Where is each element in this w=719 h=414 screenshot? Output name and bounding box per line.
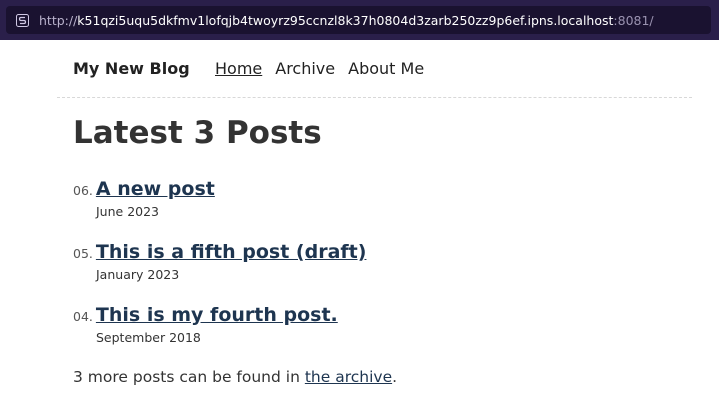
site-favicon-icon: [15, 13, 29, 27]
post-title-link[interactable]: A new post: [96, 178, 215, 200]
browser-toolbar: http://k51qzi5uqu5dkfmv1lofqjb4twoyrz95c…: [0, 0, 719, 40]
url-scheme: http://: [39, 12, 78, 28]
post-title-link[interactable]: This is my fourth post.: [96, 304, 338, 326]
more-posts-text: 3 more posts can be found in: [73, 368, 300, 386]
post-number: 05.: [73, 246, 93, 261]
post-item: 04. This is my fourth post. September 201…: [73, 304, 338, 345]
more-posts-suffix: .: [392, 368, 398, 386]
more-posts-note: 3 more posts can be found in the archive…: [73, 368, 397, 386]
nav-about-link[interactable]: About Me: [348, 59, 424, 78]
site-header: My New Blog Home Archive About Me: [57, 40, 692, 98]
address-bar[interactable]: http://k51qzi5uqu5dkfmv1lofqjb4twoyrz95c…: [6, 6, 711, 34]
post-date: January 2023: [96, 267, 180, 282]
nav-home-link[interactable]: Home: [215, 59, 262, 78]
url-port: :8081/: [613, 12, 654, 28]
post-date: September 2018: [96, 330, 201, 345]
address-bar-url: http://k51qzi5uqu5dkfmv1lofqjb4twoyrz95c…: [39, 13, 654, 28]
post-date: June 2023: [96, 204, 160, 219]
site-title[interactable]: My New Blog: [73, 59, 190, 78]
page-title: Latest 3 Posts: [73, 115, 322, 151]
post-number: 06.: [73, 183, 93, 198]
post-item: 06. A new post June 2023: [73, 178, 215, 219]
post-item: 05. This is a fifth post (draft) January …: [73, 241, 367, 282]
post-number: 04.: [73, 309, 93, 324]
archive-link[interactable]: the archive: [305, 368, 392, 386]
post-title-link[interactable]: This is a fifth post (draft): [96, 241, 367, 263]
nav-archive-link[interactable]: Archive: [275, 59, 335, 78]
main-nav: Home Archive About Me: [215, 59, 437, 78]
url-host: k51qzi5uqu5dkfmv1lofqjb4twoyrz95ccnzl8k3…: [77, 12, 614, 28]
